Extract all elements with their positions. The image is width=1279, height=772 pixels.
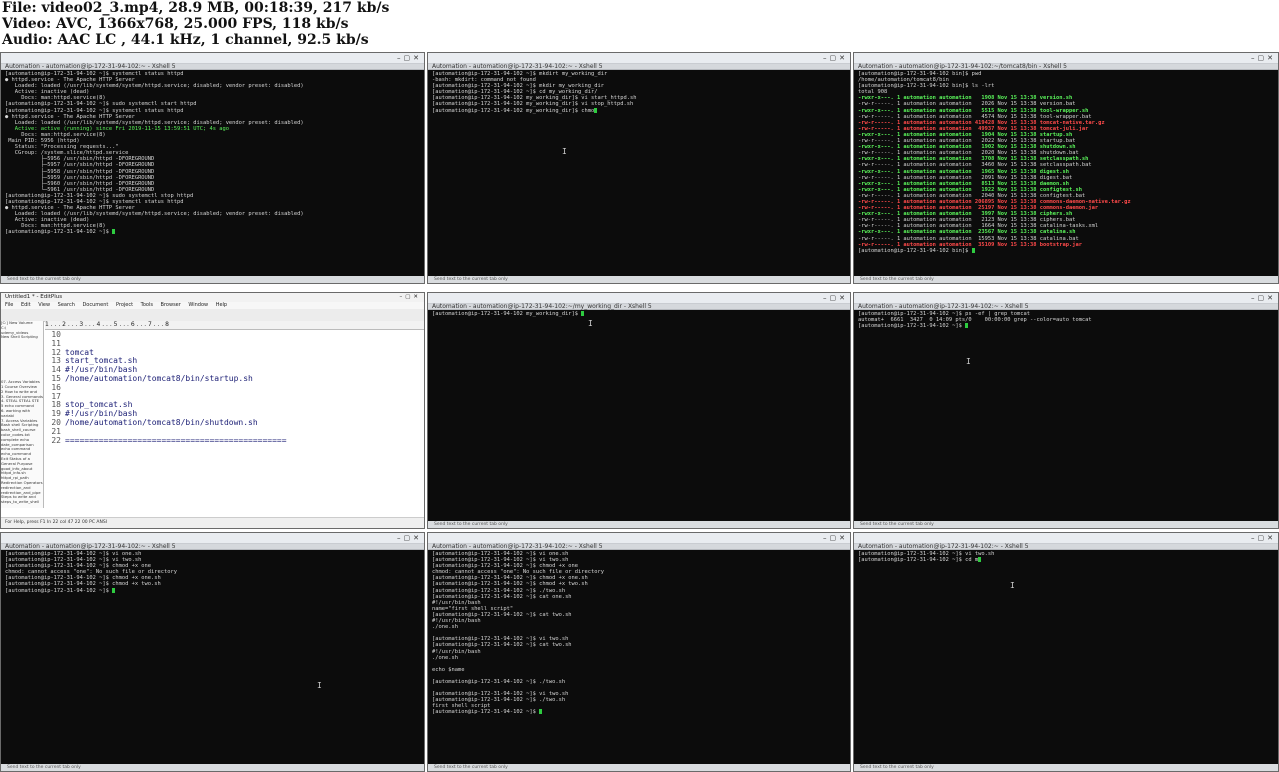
window-controls-icon[interactable]: –▢✕ [1251, 534, 1276, 542]
terminal-output[interactable]: [automation@ip-172-31-94-102 my_working_… [428, 310, 850, 318]
line-number: 22 [51, 435, 61, 445]
terminal-line: [automation@ip-172-31-94-102 my_working_… [432, 311, 846, 317]
window-controls-icon[interactable]: –▢✕ [823, 534, 848, 542]
status-bar: Send text to the current tab only [854, 276, 1278, 283]
editor-text-area[interactable]: 10 11 12 13 14 15 16 17 18 19 20 21 22 tomcat start_t… [45, 330, 424, 508]
code-line[interactable]: /home/automation/tomcat8/bin/startup.sh [65, 374, 287, 384]
file-list-item[interactable]: steps_to_write_shell [1, 499, 43, 505]
terminal-output[interactable]: [automation@ip-172-31-94-102 ~]$ vi two.… [854, 550, 1278, 564]
terminal-tile-5[interactable]: Automation - automation@ip-172-31-94-102… [427, 292, 851, 529]
text-cursor-icon: I [562, 147, 567, 156]
terminal-tile-3[interactable]: Automation - automation@ip-172-31-94-102… [853, 52, 1279, 284]
terminal-line: [automation@ip-172-31-94-102 ~]$ [5, 229, 420, 235]
status-bar: Send text to the current tab only [854, 521, 1278, 528]
terminal-output[interactable]: [automation@ip-172-31-94-102 ~]$ mkdirt … [428, 70, 850, 115]
terminal-output[interactable]: [automation@ip-172-31-94-102 bin]$ pwd/h… [854, 70, 1278, 255]
window-title: Untitled1 * - EditPlus [5, 294, 63, 300]
code-line[interactable] [65, 331, 287, 340]
line-number-gutter: 10 11 12 13 14 15 16 17 18 19 20 21 22 [45, 330, 61, 445]
terminal-line: [automation@ip-172-31-94-102 ~]$ [858, 323, 1274, 329]
window-titlebar: Automation - automation@ip-172-31-94-102… [428, 53, 850, 70]
window-titlebar: Automation - automation@ip-172-31-94-102… [428, 293, 850, 310]
directory-item[interactable]: New Shell Scripting [1, 335, 43, 340]
window-title: Automation - automation@ip-172-31-94-102… [858, 543, 1029, 550]
terminal-output[interactable]: [automation@ip-172-31-94-102 ~]$ vi one.… [428, 550, 850, 717]
editor-status-bar: For Help, press F1 In 22 col 47 22 00 PC… [1, 517, 424, 528]
text-cursor-icon: I [1010, 581, 1015, 590]
terminal-cursor [594, 107, 598, 113]
terminal-tile-6[interactable]: Automation - automation@ip-172-31-94-102… [853, 292, 1279, 529]
text-cursor-icon: I [317, 681, 322, 690]
terminal-line: [automation@ip-172-31-94-102 ~]$ [432, 709, 846, 715]
window-controls-icon[interactable]: –▢✕ [397, 534, 422, 542]
status-bar: Send text to the current tab only [854, 764, 1278, 771]
terminal-line: [automation@ip-172-31-94-102 my_working_… [432, 107, 846, 114]
window-titlebar: Automation - automation@ip-172-31-94-102… [854, 53, 1278, 70]
window-controls-icon[interactable]: –▢✕ [1251, 294, 1276, 302]
editplus-window[interactable]: Untitled1 * - EditPlus –▢✕ File Edit Vie… [0, 292, 425, 529]
file-info: File: video02_3.mp4, 28.9 MB, 00:18:39, … [2, 0, 390, 16]
window-controls-icon[interactable]: –▢✕ [399, 293, 421, 302]
text-cursor-icon: I [966, 357, 971, 366]
window-title: Automation - automation@ip-172-31-94-102… [432, 543, 603, 550]
window-titlebar: Automation - automation@ip-172-31-94-102… [1, 53, 424, 70]
terminal-cursor [112, 229, 116, 235]
status-bar: Send text to the current tab only [428, 764, 850, 771]
terminal-output[interactable]: [automation@ip-172-31-94-102 ~]$ vi one.… [1, 550, 424, 595]
terminal-tile-2[interactable]: Automation - automation@ip-172-31-94-102… [427, 52, 851, 284]
status-bar: Send text to the current tab only [1, 764, 424, 771]
menu-bar[interactable]: File Edit View Search Document Project T… [1, 302, 424, 309]
thumbnail-grid: Automation - automation@ip-172-31-94-102… [0, 52, 1279, 772]
window-controls-icon[interactable]: –▢✕ [823, 294, 848, 302]
terminal-cursor [112, 587, 116, 593]
video-info-header: File: video02_3.mp4, 28.9 MB, 00:18:39, … [0, 0, 1279, 52]
terminal-line: [automation@ip-172-31-94-102 bin]$ [858, 247, 1274, 254]
audio-info: Audio: AAC LC , 44.1 kHz, 1 channel, 92.… [2, 32, 369, 48]
terminal-line: [automation@ip-172-31-94-102 ~]$ cd m [858, 557, 1274, 563]
terminal-cursor [978, 557, 982, 563]
code-line[interactable] [65, 384, 287, 393]
window-controls-icon[interactable]: –▢✕ [823, 54, 848, 62]
terminal-line: [automation@ip-172-31-94-102 ~]$ [5, 587, 420, 594]
terminal-output[interactable]: [automation@ip-172-31-94-102 ~]$ systemc… [1, 70, 424, 237]
directory-pane[interactable]: [C:] New Volume C:\ udemy_videos New Shell … [1, 321, 44, 508]
window-titlebar: Automation - automation@ip-172-31-94-102… [1, 533, 424, 550]
terminal-tile-8[interactable]: Automation - automation@ip-172-31-94-102… [427, 532, 851, 772]
window-titlebar: Automation - automation@ip-172-31-94-102… [428, 533, 850, 550]
window-title: Automation - automation@ip-172-31-94-102… [432, 63, 603, 70]
window-title: Automation - automation@ip-172-31-94-102… [858, 303, 1029, 310]
status-bar: Send text to the current tab only [428, 276, 850, 283]
terminal-cursor [965, 323, 969, 329]
window-title: Automation - automation@ip-172-31-94-102… [432, 303, 652, 310]
window-title: Automation - automation@ip-172-31-94-102… [5, 63, 176, 70]
window-controls-icon[interactable]: –▢✕ [397, 54, 422, 62]
terminal-tile-1[interactable]: Automation - automation@ip-172-31-94-102… [0, 52, 425, 284]
editplus-titlebar: Untitled1 * - EditPlus –▢✕ [1, 293, 424, 302]
video-info: Video: AVC, 1366x768, 25.000 FPS, 118 kb… [2, 16, 349, 32]
window-title: Automation - automation@ip-172-31-94-102… [858, 63, 1067, 70]
column-ruler: 1 . . . 2 . . . 3 . . . 4 . . . 5 . . . … [45, 321, 424, 330]
terminal-output[interactable]: [automation@ip-172-31-94-102 ~]$ ps -ef … [854, 310, 1278, 330]
text-cursor-icon: I [588, 319, 593, 328]
terminal-tile-9[interactable]: Automation - automation@ip-172-31-94-102… [853, 532, 1279, 772]
terminal-cursor [539, 709, 543, 715]
source-text[interactable]: tomcat start_tomcat.sh #!/usr/bin/bash/hom… [65, 331, 287, 445]
code-line[interactable] [65, 340, 287, 349]
terminal-tile-7[interactable]: Automation - automation@ip-172-31-94-102… [0, 532, 425, 772]
status-bar: Send text to the current tab only [428, 521, 850, 528]
terminal-cursor [971, 247, 975, 253]
window-titlebar: Automation - automation@ip-172-31-94-102… [854, 533, 1278, 550]
window-title: Automation - automation@ip-172-31-94-102… [5, 543, 176, 550]
status-bar: Send text to the current tab only [1, 276, 424, 283]
terminal-cursor [581, 311, 585, 316]
window-titlebar: Automation - automation@ip-172-31-94-102… [854, 293, 1278, 310]
code-line[interactable]: /home/automation/tomcat8/bin/shutdown.sh [65, 418, 287, 428]
code-line[interactable]: ========================================… [65, 436, 287, 446]
window-controls-icon[interactable]: –▢✕ [1251, 54, 1276, 62]
